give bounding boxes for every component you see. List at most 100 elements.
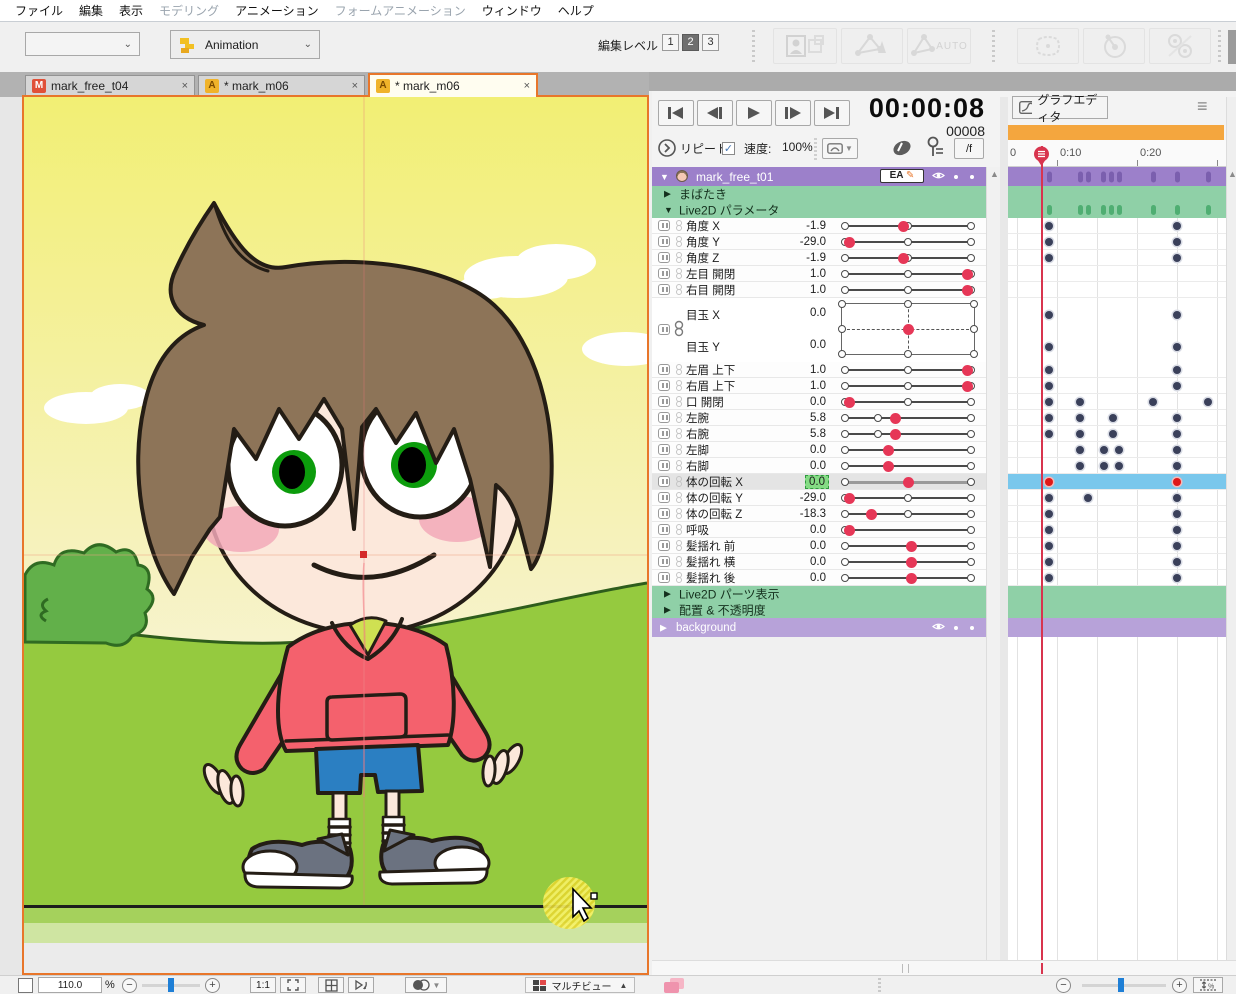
mode-combo[interactable]: Animation ⌄ xyxy=(170,30,320,59)
edit-level-1-button[interactable]: 1 xyxy=(662,34,679,51)
row-height-button[interactable]: % xyxy=(1193,977,1223,993)
keyframe-toggle-icon[interactable] xyxy=(658,252,670,263)
keyframe-pill[interactable] xyxy=(1117,171,1122,182)
expand-triangle-icon[interactable]: ▶ xyxy=(664,189,671,200)
param-value[interactable]: -1.9 xyxy=(806,252,826,264)
keyframe-toggle-icon[interactable] xyxy=(658,572,670,583)
slider-knob[interactable] xyxy=(962,285,973,296)
param-value[interactable]: -29.0 xyxy=(800,492,826,504)
param-value[interactable]: 5.8 xyxy=(810,428,826,440)
param-row-左腕[interactable]: 左腕 5.8 xyxy=(652,410,986,426)
keyframe-dot[interactable] xyxy=(1076,462,1084,470)
timeline-range-bar[interactable] xyxy=(1008,125,1224,140)
keyframe-dot[interactable] xyxy=(1045,574,1053,582)
keyframe-dot[interactable] xyxy=(1173,494,1181,502)
keyframe-pill[interactable] xyxy=(1151,171,1156,182)
keyframe-dot[interactable] xyxy=(1173,510,1181,518)
param-value[interactable]: 0.0 xyxy=(810,396,826,408)
param-row-体の回転 Z[interactable]: 体の回転 Z -18.3 xyxy=(652,506,986,522)
param-value[interactable]: -18.3 xyxy=(800,508,826,520)
repeat-checkbox[interactable]: ✓ xyxy=(722,142,735,155)
keyframe-toggle-icon[interactable] xyxy=(658,540,670,551)
keyframe-pill[interactable] xyxy=(1086,205,1091,215)
keyframe-dot[interactable] xyxy=(1045,526,1053,534)
ea-edit-badge[interactable]: EA ✎ xyxy=(880,169,924,183)
section-配置 & 不透明度[interactable]: ▶ 配置 & 不透明度 xyxy=(652,602,986,618)
slider-knob[interactable] xyxy=(883,461,894,472)
keyframe-toggle-icon[interactable] xyxy=(658,556,670,567)
param-row-体の回転 X[interactable]: 体の回転 X 0.0 xyxy=(652,474,986,490)
param-value[interactable]: 0.0 xyxy=(810,540,826,552)
keyframe-pill[interactable] xyxy=(1175,171,1180,182)
param-row-髪揺れ 後[interactable]: 髪揺れ 後 0.0 xyxy=(652,570,986,586)
zoom-slider-handle[interactable] xyxy=(168,978,174,992)
slider-knob[interactable] xyxy=(890,413,901,424)
panel-menu-icon[interactable]: ≡ xyxy=(1197,99,1219,115)
keyframe-toggle-icon[interactable] xyxy=(658,508,670,519)
collapse-triangle-icon[interactable]: ▼ xyxy=(660,172,669,182)
expand-triangle-icon[interactable]: ▶ xyxy=(664,589,671,600)
pad-knob[interactable] xyxy=(903,324,914,335)
link-icon[interactable] xyxy=(675,428,683,439)
keyframe-dot[interactable] xyxy=(1045,414,1053,422)
keyframe-pill[interactable] xyxy=(1101,171,1106,182)
timeline-zoom-in-icon[interactable]: + xyxy=(1172,978,1187,993)
slider-knob[interactable] xyxy=(906,541,917,552)
param-value[interactable]: 1.0 xyxy=(810,364,826,376)
section-Live2D パーツ表示[interactable]: ▶ Live2D パーツ表示 xyxy=(652,586,986,602)
keyframe-dot[interactable] xyxy=(1045,254,1053,262)
keyframe-toggle-icon[interactable] xyxy=(658,444,670,455)
flip-view-button[interactable] xyxy=(348,977,374,993)
slider-knob[interactable] xyxy=(898,221,909,232)
keyframe-dot[interactable] xyxy=(1173,574,1181,582)
blend-display-button[interactable]: ▼ xyxy=(405,977,447,993)
keyframe-dot[interactable] xyxy=(1109,414,1117,422)
step-back-button[interactable] xyxy=(697,100,733,126)
keyframe-dot[interactable] xyxy=(1045,542,1053,550)
keyframe-dot[interactable] xyxy=(1100,462,1108,470)
keyframe-dot[interactable] xyxy=(1173,222,1181,230)
go-to-end-button[interactable] xyxy=(814,100,850,126)
keyframe-dot[interactable] xyxy=(1173,311,1181,319)
zoom-in-icon[interactable]: + xyxy=(205,978,220,993)
keyframe-toggle-icon[interactable] xyxy=(658,460,670,471)
param-value[interactable]: 0.0 xyxy=(810,339,826,351)
close-icon[interactable]: × xyxy=(514,80,530,92)
keyframe-toggle-icon[interactable] xyxy=(658,492,670,503)
keyframe-toggle-icon[interactable] xyxy=(658,268,670,279)
link-icon[interactable] xyxy=(675,252,683,263)
anchor-point[interactable] xyxy=(360,551,367,558)
slider-knob[interactable] xyxy=(866,509,877,520)
link-icon[interactable] xyxy=(675,508,683,519)
keyframe-pin-icon[interactable] xyxy=(924,136,946,159)
link-icon[interactable] xyxy=(675,268,683,279)
param-row-左目 開閉[interactable]: 左目 開閉 1.0 xyxy=(652,266,986,282)
link-icon[interactable] xyxy=(673,321,684,336)
keyframe-dot[interactable] xyxy=(1045,311,1053,319)
param-row-角度 Z[interactable]: 角度 Z -1.9 xyxy=(652,250,986,266)
expand-triangle-icon[interactable]: ▶ xyxy=(660,622,667,633)
lock-indicator-dot[interactable] xyxy=(954,626,958,630)
slider-knob[interactable] xyxy=(844,237,855,248)
graph-editor-button[interactable]: グラフエディタ xyxy=(1012,96,1108,119)
eyeball-2d-pad[interactable] xyxy=(841,303,975,355)
keyframe-dot[interactable] xyxy=(1045,222,1053,230)
timeline-zoom-out-icon[interactable]: − xyxy=(1056,978,1071,993)
option-indicator-dot[interactable] xyxy=(970,626,974,630)
keyframe-pill[interactable] xyxy=(1086,171,1091,182)
keyframe-dot[interactable] xyxy=(1173,343,1181,351)
keyframe-pill[interactable] xyxy=(1117,205,1122,215)
keyframe-dot[interactable] xyxy=(1084,494,1092,502)
param-value[interactable]: 0.0 xyxy=(810,524,826,536)
link-icon[interactable] xyxy=(675,540,683,551)
menu-file[interactable]: ファイル xyxy=(7,2,71,19)
actual-size-button[interactable]: 1:1 xyxy=(250,977,276,993)
fit-view-button[interactable] xyxy=(280,977,306,993)
link-icon[interactable] xyxy=(675,220,683,231)
param-value[interactable]: 0.0 xyxy=(810,556,826,568)
keyframe-pill[interactable] xyxy=(1078,205,1083,215)
keyframe-dot[interactable] xyxy=(1149,398,1157,406)
viewport-zoom-slider[interactable] xyxy=(142,984,200,987)
zoom-out-icon[interactable]: − xyxy=(122,978,137,993)
keyframe-toggle-icon[interactable] xyxy=(658,428,670,439)
